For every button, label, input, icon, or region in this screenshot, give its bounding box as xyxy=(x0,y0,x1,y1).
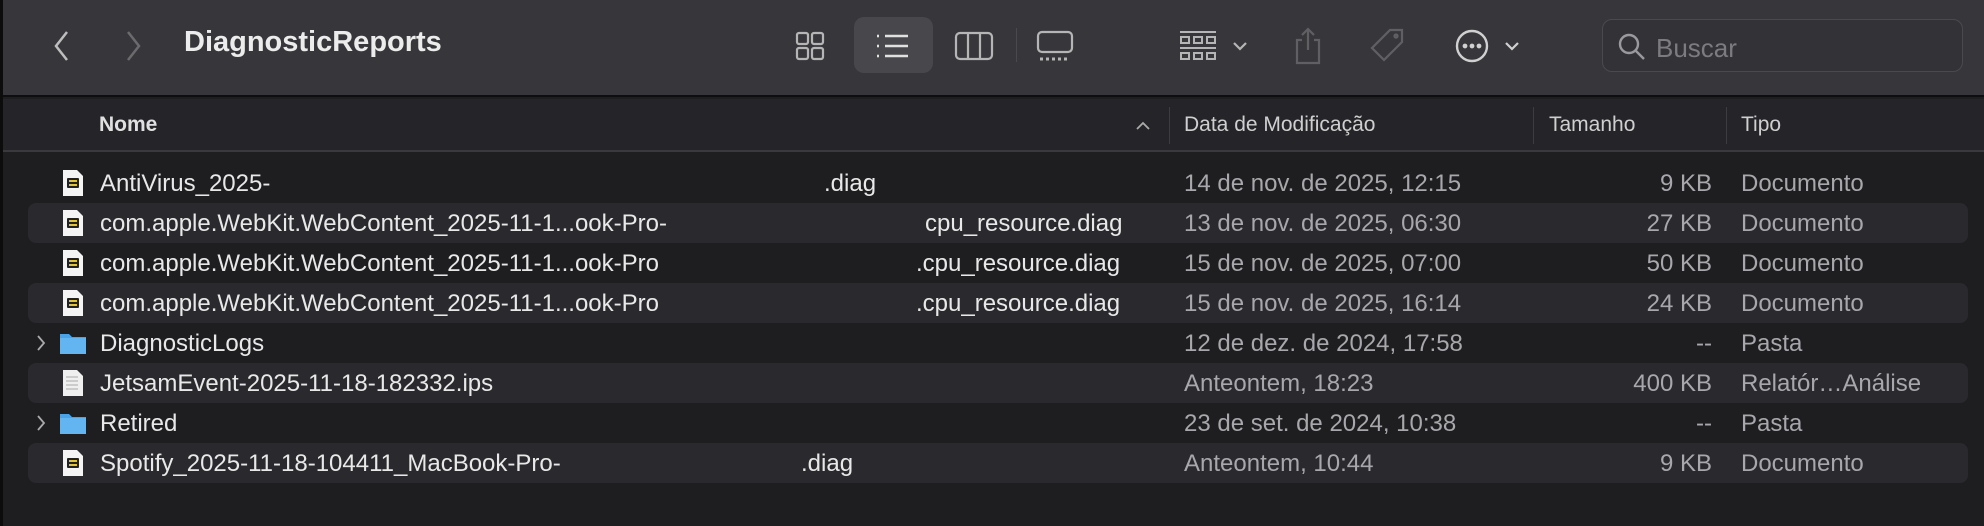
file-size: 50 KB xyxy=(1646,250,1712,277)
search-icon xyxy=(1618,33,1645,60)
gallery-view-button[interactable] xyxy=(1035,26,1075,66)
file-row[interactable]: JetsamEvent-2025-11-18-182332.ips Anteont… xyxy=(28,363,1968,403)
file-type: Documento xyxy=(1741,170,1864,197)
file-name: com.apple.WebKit.WebContent_2025-11-1...… xyxy=(100,250,659,277)
diag-document-icon xyxy=(63,210,83,236)
column-type[interactable]: Tipo xyxy=(1741,113,1781,137)
more-actions-button[interactable] xyxy=(1452,26,1492,66)
toolbar: DiagnosticReports Buscar xyxy=(3,0,1984,97)
file-name: Retired xyxy=(100,410,178,437)
modified-date: Anteontem, 18:23 xyxy=(1184,370,1374,397)
file-type: Pasta xyxy=(1741,410,1803,437)
file-type: Pasta xyxy=(1741,330,1803,357)
search-input[interactable]: Buscar xyxy=(1602,19,1963,72)
file-type: Documento xyxy=(1741,210,1864,237)
file-row[interactable]: Spotify_2025-11-18-104411_MacBook-Pro- .d… xyxy=(28,443,1968,483)
modified-date: 13 de nov. de 2025, 06:30 xyxy=(1184,210,1462,237)
group-button[interactable] xyxy=(1178,26,1218,66)
file-name-suffix: cpu_resource.diag xyxy=(925,210,1123,237)
chevron-down-icon[interactable] xyxy=(1220,26,1260,66)
file-name: DiagnosticLogs xyxy=(100,330,265,357)
file-row[interactable]: AntiVirus_2025- .diag 14 de nov. de 2025, … xyxy=(28,163,1968,203)
file-size: 400 KB xyxy=(1633,370,1712,397)
forward-button[interactable] xyxy=(113,26,153,66)
file-name-suffix: .cpu_resource.diag xyxy=(916,290,1121,317)
file-size: 27 KB xyxy=(1646,210,1712,237)
file-name: AntiVirus_2025- xyxy=(100,170,271,197)
diag-document-icon xyxy=(63,170,83,196)
column-header: Nome Data de Modificação Tamanho Tipo xyxy=(3,99,1984,152)
file-name: Spotify_2025-11-18-104411_MacBook-Pro- xyxy=(100,450,561,477)
file-row[interactable]: com.apple.WebKit.WebContent_2025-11-1...… xyxy=(28,203,1968,243)
file-type: Documento xyxy=(1741,250,1864,277)
file-name-suffix: .diag xyxy=(801,450,854,477)
share-button[interactable] xyxy=(1288,26,1328,66)
text-document-icon xyxy=(63,370,83,396)
column-date[interactable]: Data de Modificação xyxy=(1184,113,1375,137)
divider xyxy=(1016,28,1017,62)
column-divider[interactable] xyxy=(1169,107,1170,144)
window-title: DiagnosticReports xyxy=(184,26,442,58)
file-size: 9 KB xyxy=(1659,450,1712,477)
modified-date: 23 de set. de 2024, 10:38 xyxy=(1184,410,1457,437)
file-name-suffix: .cpu_resource.diag xyxy=(916,250,1121,277)
diag-document-icon xyxy=(63,290,83,316)
file-name: com.apple.WebKit.WebContent_2025-11-1...… xyxy=(100,290,659,317)
file-row[interactable]: DiagnosticLogs 12 de dez. de 2024, 17:58 -… xyxy=(28,323,1968,363)
file-type: Documento xyxy=(1741,450,1864,477)
diag-document-icon xyxy=(63,450,83,476)
tag-button[interactable] xyxy=(1368,26,1408,66)
file-name: com.apple.WebKit.WebContent_2025-11-1...… xyxy=(100,210,667,237)
file-size: 24 KB xyxy=(1646,290,1712,317)
file-row[interactable]: com.apple.WebKit.WebContent_2025-11-1...… xyxy=(28,283,1968,323)
column-divider[interactable] xyxy=(1533,107,1534,144)
column-size[interactable]: Tamanho xyxy=(1549,113,1635,137)
file-size: -- xyxy=(1696,330,1712,357)
modified-date: Anteontem, 10:44 xyxy=(1184,450,1374,477)
file-type: Relatór…Análise xyxy=(1741,370,1922,397)
column-divider[interactable] xyxy=(1726,107,1727,144)
column-view-button[interactable] xyxy=(954,26,994,66)
sort-ascending-icon[interactable] xyxy=(1135,119,1151,131)
list-view-icon xyxy=(872,26,912,66)
modified-date: 15 de nov. de 2025, 07:00 xyxy=(1184,250,1462,277)
chevron-down-icon[interactable] xyxy=(1492,26,1532,66)
file-size: 9 KB xyxy=(1659,170,1712,197)
diag-document-icon xyxy=(63,250,83,276)
back-button[interactable] xyxy=(42,26,82,66)
modified-date: 15 de nov. de 2025, 16:14 xyxy=(1184,290,1462,317)
file-size: -- xyxy=(1696,410,1712,437)
disclosure-triangle-icon[interactable] xyxy=(36,414,46,432)
file-name: JetsamEvent-2025-11-18-182332.ips xyxy=(100,370,494,397)
file-row[interactable]: Retired 23 de set. de 2024, 10:38 -- Pasta xyxy=(28,403,1968,443)
disclosure-triangle-icon[interactable] xyxy=(36,334,46,352)
modified-date: 14 de nov. de 2025, 12:15 xyxy=(1184,170,1462,197)
icon-view-button[interactable] xyxy=(790,26,830,66)
folder-icon xyxy=(60,334,86,354)
modified-date: 12 de dez. de 2024, 17:58 xyxy=(1184,330,1463,357)
file-type: Documento xyxy=(1741,290,1864,317)
file-name-suffix: .diag xyxy=(824,170,877,197)
folder-icon xyxy=(60,414,86,434)
column-name[interactable]: Nome xyxy=(99,113,157,137)
file-row[interactable]: com.apple.WebKit.WebContent_2025-11-1...… xyxy=(28,243,1968,283)
search-placeholder: Buscar xyxy=(1656,33,1737,63)
